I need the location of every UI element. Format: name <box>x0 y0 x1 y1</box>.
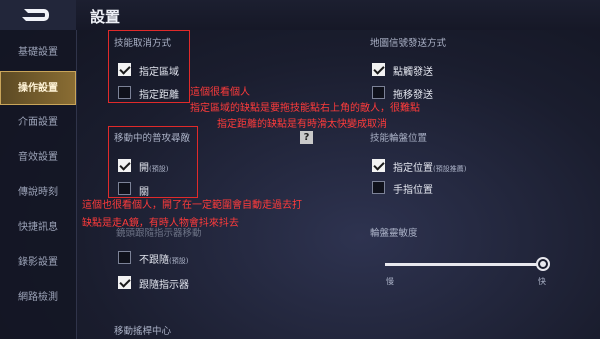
move-attack-on-label: 開(預設) <box>139 159 168 174</box>
sidebar-item-controls[interactable]: 操作設置 <box>0 71 76 105</box>
sidebar-item-basic[interactable]: 基礎設置 <box>0 36 76 70</box>
lens-follow-title: 鏡頭跟隨指示器移動 <box>116 228 202 239</box>
sidebar-item-network[interactable]: 網路檢測 <box>0 281 76 315</box>
map-drag-checkbox[interactable] <box>372 86 385 99</box>
cancel-area-label: 指定區域 <box>139 67 179 78</box>
sidebar-item-quick-message[interactable]: 快捷訊息 <box>0 211 76 245</box>
map-tap-label: 點觸發送 <box>393 67 433 78</box>
lens-no-follow-text: 不跟隨 <box>139 255 169 266</box>
cancel-distance-checkbox[interactable] <box>118 86 131 99</box>
wheel-fixed-checkbox[interactable] <box>372 159 385 172</box>
sensitivity-slow-label: 慢 <box>386 277 394 286</box>
move-attack-title: 移動中的普攻尋敵 <box>114 133 191 144</box>
move-attack-on-checkbox[interactable] <box>118 159 131 172</box>
wheel-finger-label: 手指位置 <box>393 185 433 196</box>
lens-follow-label: 跟隨指示器 <box>139 280 189 291</box>
wheel-finger-checkbox[interactable] <box>372 181 385 194</box>
move-center-title: 移動搖桿中心 <box>114 326 172 337</box>
cancel-distance-label: 指定距離 <box>139 90 179 101</box>
annotation-note-1: 這個很看個人 <box>190 87 250 98</box>
annotation-note-2: 指定區域的缺點是要拖技能點右上角的敵人，很難點 <box>190 103 420 114</box>
sensitivity-slider-thumb[interactable] <box>536 257 550 271</box>
wheel-fixed-text: 指定位置 <box>393 163 433 174</box>
sidebar-item-recording[interactable]: 錄影設置 <box>0 246 76 280</box>
lens-no-follow-checkbox[interactable] <box>118 251 131 264</box>
lens-no-follow-label: 不跟隨(預設) <box>139 251 188 266</box>
move-attack-on-note: (預設) <box>149 165 169 173</box>
wheel-fixed-note: (預設推薦) <box>433 165 467 173</box>
wheel-sens-title: 輪盤靈敏度 <box>370 228 418 239</box>
page-title: 設置 <box>90 8 121 26</box>
back-arrow-icon <box>22 9 49 21</box>
annotation-note-3: 指定距離的缺點是有時滑太快變成取消 <box>217 119 387 130</box>
cancel-skill-title: 技能取消方式 <box>114 38 172 49</box>
sidebar: 基礎設置 操作設置 介面設置 音效設置 傳說時刻 快捷訊息 錄影設置 網路檢測 <box>0 30 77 339</box>
sidebar-item-legend-moment[interactable]: 傳說時刻 <box>0 176 76 210</box>
lens-follow-checkbox[interactable] <box>118 276 131 289</box>
move-attack-on-text: 開 <box>139 163 149 174</box>
wheel-pos-title: 技能輪盤位置 <box>370 133 428 144</box>
move-attack-off-checkbox[interactable] <box>118 182 131 195</box>
help-icon[interactable]: ? <box>300 131 313 144</box>
lens-no-follow-note: (預設) <box>169 257 189 265</box>
sensitivity-slider-track[interactable] <box>385 263 543 266</box>
annotation-note-4: 這個也很看個人，開了在一定範圍會自動走過去打 <box>82 200 302 211</box>
map-signal-title: 地圖信號發送方式 <box>370 38 447 49</box>
sidebar-item-sound[interactable]: 音效設置 <box>0 141 76 175</box>
sensitivity-fast-label: 快 <box>538 277 546 286</box>
wheel-fixed-label: 指定位置(預設推薦) <box>393 159 466 174</box>
sidebar-item-interface[interactable]: 介面設置 <box>0 106 76 140</box>
cancel-area-checkbox[interactable] <box>118 63 131 76</box>
back-button[interactable] <box>0 0 76 30</box>
map-tap-checkbox[interactable] <box>372 63 385 76</box>
